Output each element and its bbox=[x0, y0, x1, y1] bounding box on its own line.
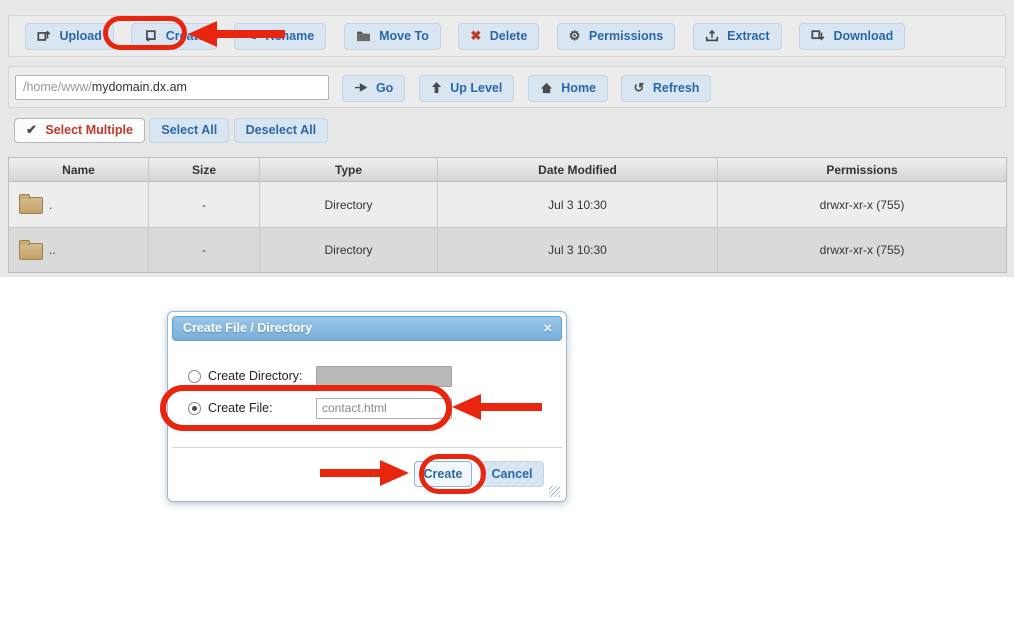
cell-permissions: drwxr-xr-x (755) bbox=[718, 182, 1006, 227]
cell-date-modified: Jul 3 10:30 bbox=[438, 228, 718, 272]
create-button[interactable]: Create bbox=[131, 23, 216, 50]
path-domain: mydomain.dx.am bbox=[92, 80, 187, 94]
rename-button-label: Rename bbox=[266, 29, 315, 43]
extract-button[interactable]: Extract bbox=[693, 23, 782, 50]
file-table-header: Name Size Type Date Modified Permissions bbox=[9, 158, 1006, 182]
dialog-title: Create File / Directory bbox=[183, 321, 312, 335]
rename-icon: ✎ bbox=[246, 29, 257, 42]
up-level-icon bbox=[431, 81, 442, 94]
permissions-button[interactable]: ⚙ Permissions bbox=[557, 23, 675, 50]
path-input[interactable]: /home/www/mydomain.dx.am bbox=[15, 75, 329, 100]
download-icon bbox=[811, 29, 825, 43]
select-multiple-button-label: Select Multiple bbox=[45, 123, 133, 137]
permissions-button-label: Permissions bbox=[589, 29, 663, 43]
cell-name: .. bbox=[9, 228, 149, 272]
create-directory-label: Create Directory: bbox=[208, 369, 316, 383]
create-file-row: Create File: bbox=[188, 397, 452, 419]
move-to-button[interactable]: Move To bbox=[344, 23, 441, 50]
select-all-button[interactable]: Select All bbox=[149, 118, 229, 143]
main-toolbar: Upload Create ✎ Rename Move To ✖ Delete … bbox=[8, 15, 1006, 57]
select-multiple-button[interactable]: ✔ Select Multiple bbox=[14, 118, 145, 143]
home-button[interactable]: Home bbox=[528, 75, 608, 102]
upload-button-label: Upload bbox=[59, 29, 101, 43]
go-button-label: Go bbox=[376, 81, 393, 95]
up-level-button[interactable]: Up Level bbox=[419, 75, 515, 102]
create-file-radio[interactable] bbox=[188, 402, 201, 415]
go-button[interactable]: Go bbox=[342, 75, 405, 102]
create-file-label: Create File: bbox=[208, 401, 316, 415]
file-name: .. bbox=[49, 243, 56, 257]
extract-button-label: Extract bbox=[727, 29, 769, 43]
move-to-icon bbox=[356, 29, 371, 42]
deselect-all-button-label: Deselect All bbox=[246, 123, 316, 137]
up-level-button-label: Up Level bbox=[450, 81, 502, 95]
dialog-create-button[interactable]: Create bbox=[414, 461, 472, 487]
create-directory-input bbox=[316, 366, 452, 387]
upload-button[interactable]: Upload bbox=[25, 23, 114, 50]
move-to-button-label: Move To bbox=[379, 29, 429, 43]
path-prefix: /home/www/ bbox=[23, 80, 92, 94]
selection-bar: ✔ Select Multiple Select All Deselect Al… bbox=[14, 118, 328, 143]
column-header-size[interactable]: Size bbox=[149, 158, 260, 181]
column-header-permissions[interactable]: Permissions bbox=[718, 158, 1006, 181]
refresh-button-label: Refresh bbox=[653, 81, 700, 95]
create-icon bbox=[143, 29, 157, 43]
folder-icon bbox=[19, 197, 43, 214]
cell-size: - bbox=[149, 182, 260, 227]
extract-icon bbox=[705, 29, 719, 43]
cell-permissions: drwxr-xr-x (755) bbox=[718, 228, 1006, 272]
dialog-titlebar[interactable]: Create File / Directory × bbox=[172, 316, 562, 341]
dialog-footer: Create Cancel bbox=[172, 447, 562, 499]
resize-handle-icon[interactable] bbox=[549, 486, 560, 497]
file-name: . bbox=[49, 198, 52, 212]
create-button-label: Create bbox=[166, 29, 205, 43]
refresh-icon: ↺ bbox=[633, 81, 644, 94]
permissions-icon: ⚙ bbox=[569, 29, 581, 42]
refresh-button[interactable]: ↺ Refresh bbox=[621, 75, 711, 102]
create-directory-row: Create Directory: bbox=[188, 365, 452, 387]
cell-date-modified: Jul 3 10:30 bbox=[438, 182, 718, 227]
select-all-button-label: Select All bbox=[161, 123, 217, 137]
column-header-type[interactable]: Type bbox=[260, 158, 438, 181]
dialog-cancel-button[interactable]: Cancel bbox=[480, 461, 544, 487]
upload-icon bbox=[37, 29, 51, 43]
create-file-directory-dialog: Create File / Directory × Create Directo… bbox=[167, 311, 567, 502]
path-toolbar: /home/www/mydomain.dx.am Go Up Level Hom… bbox=[8, 66, 1006, 108]
column-header-date-modified[interactable]: Date Modified bbox=[438, 158, 718, 181]
table-row[interactable]: .. - Directory Jul 3 10:30 drwxr-xr-x (7… bbox=[9, 227, 1006, 272]
download-button[interactable]: Download bbox=[799, 23, 905, 50]
table-row[interactable]: . - Directory Jul 3 10:30 drwxr-xr-x (75… bbox=[9, 182, 1006, 227]
home-icon bbox=[540, 82, 553, 94]
cell-type: Directory bbox=[260, 228, 438, 272]
create-file-input[interactable] bbox=[316, 398, 452, 419]
deselect-all-button[interactable]: Deselect All bbox=[234, 118, 328, 143]
file-table: Name Size Type Date Modified Permissions… bbox=[8, 157, 1007, 273]
rename-button[interactable]: ✎ Rename bbox=[234, 23, 326, 50]
delete-button[interactable]: ✖ Delete bbox=[458, 23, 539, 50]
delete-icon: ✖ bbox=[470, 29, 481, 42]
dialog-body: Create Directory: Create File: bbox=[172, 341, 562, 447]
file-manager-top-region: Upload Create ✎ Rename Move To ✖ Delete … bbox=[0, 0, 1014, 277]
go-icon bbox=[354, 82, 367, 93]
cell-size: - bbox=[149, 228, 260, 272]
cell-name: . bbox=[9, 182, 149, 227]
check-icon: ✔ bbox=[26, 123, 37, 136]
create-directory-radio[interactable] bbox=[188, 370, 201, 383]
home-button-label: Home bbox=[561, 81, 596, 95]
delete-button-label: Delete bbox=[490, 29, 528, 43]
column-header-name[interactable]: Name bbox=[9, 158, 149, 181]
close-icon[interactable]: × bbox=[543, 317, 552, 340]
folder-icon bbox=[19, 243, 43, 260]
cell-type: Directory bbox=[260, 182, 438, 227]
file-manager-screen: Upload Create ✎ Rename Move To ✖ Delete … bbox=[0, 0, 1014, 617]
download-button-label: Download bbox=[833, 29, 893, 43]
